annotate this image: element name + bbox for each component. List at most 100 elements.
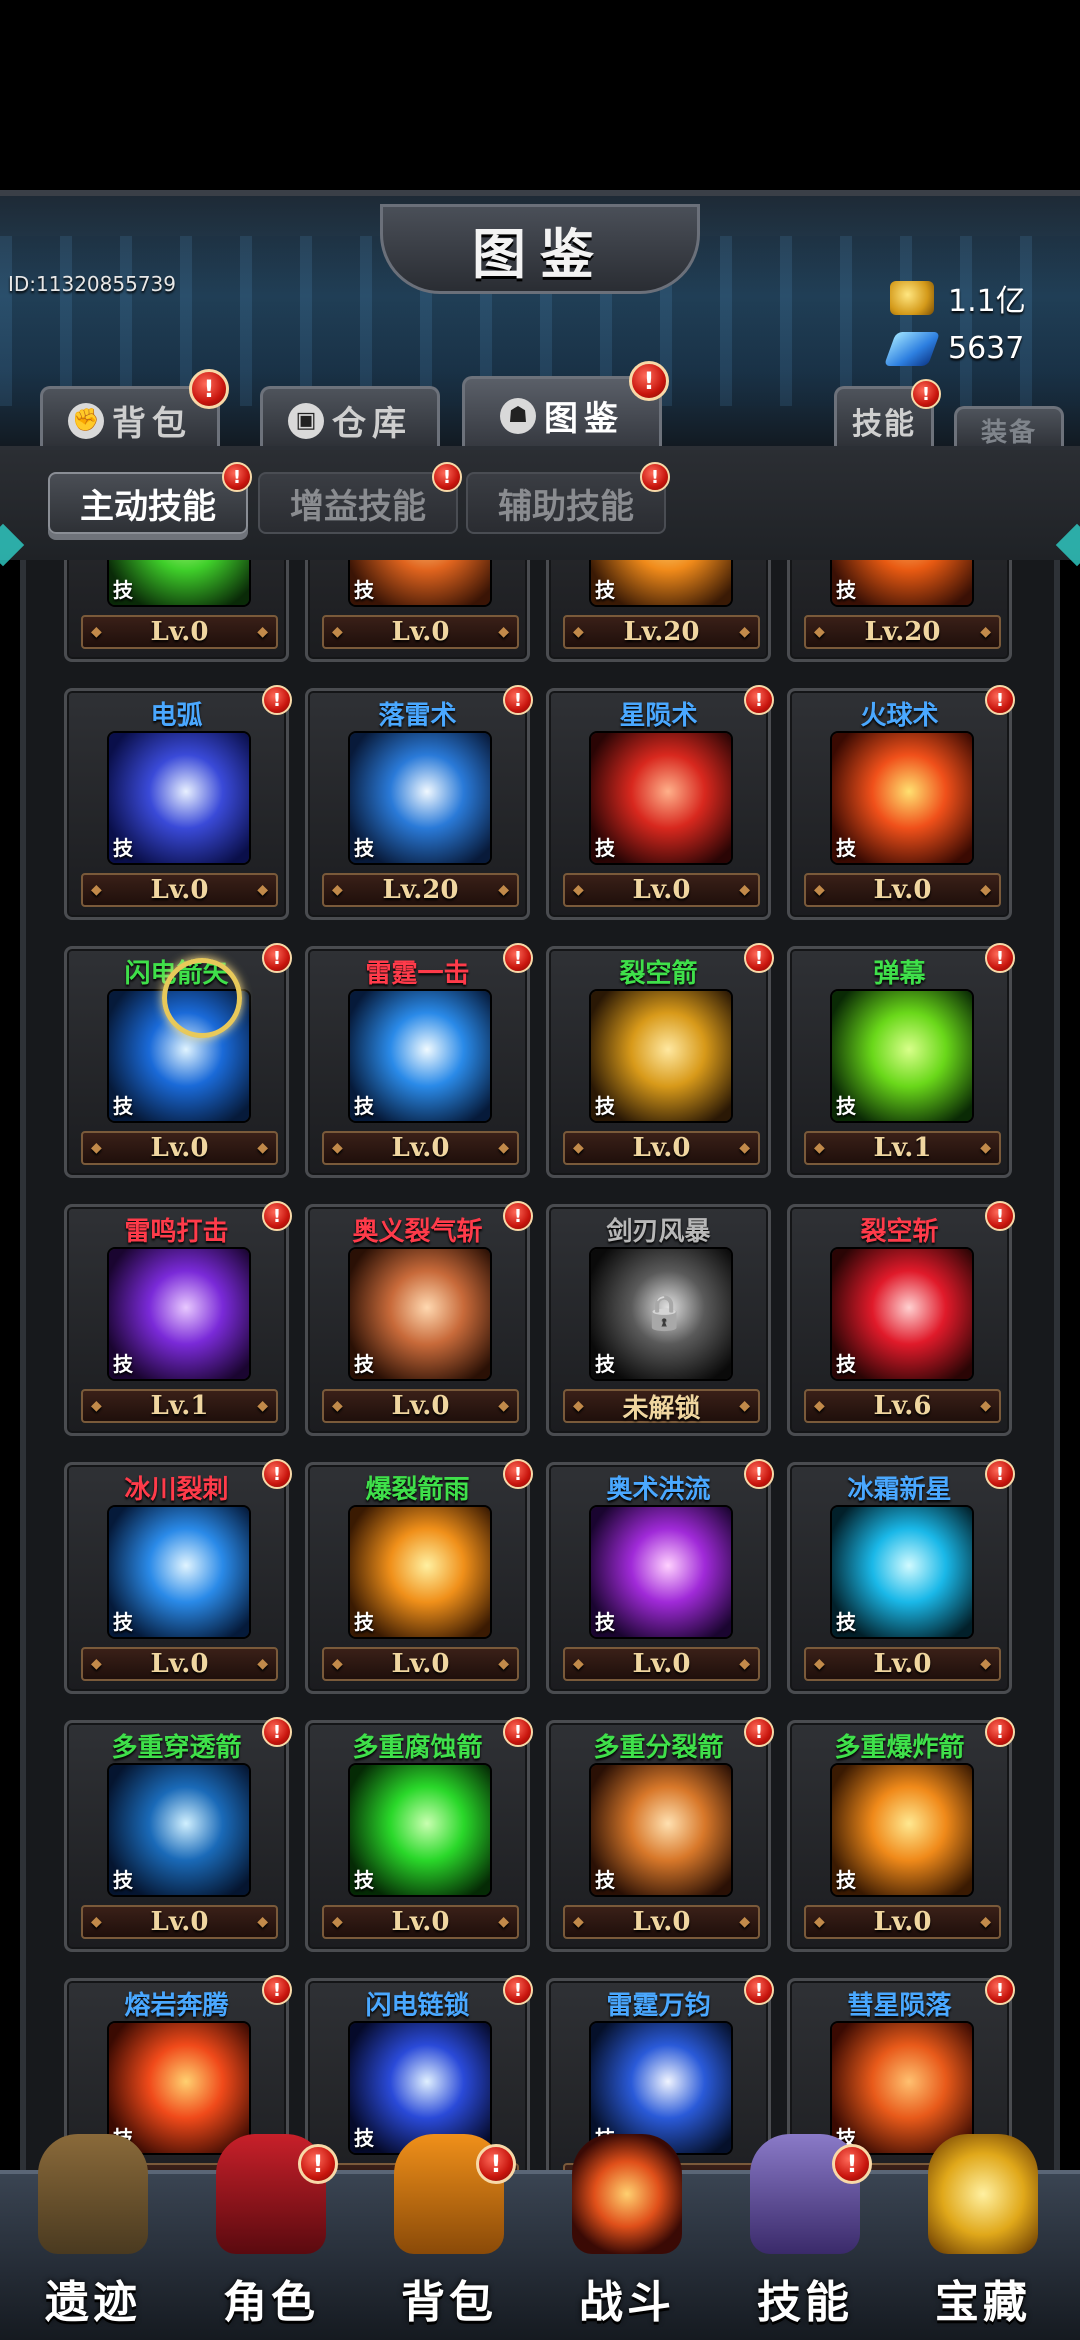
alert-badge-icon: !: [985, 1717, 1015, 1747]
skill-card[interactable]: 多重分裂箭技 Lv.0!: [546, 1717, 774, 1952]
tab-active-skills-badge: !: [222, 462, 252, 492]
tab-buff-skills-label: 增益技能: [290, 486, 426, 527]
alert-badge-icon: !: [985, 943, 1015, 973]
skill-card[interactable]: 奥义裂气斩技 Lv.0!: [305, 1201, 533, 1436]
skill-card[interactable]: 爆裂箭雨技 Lv.0!: [305, 1459, 533, 1694]
skill-card[interactable]: 多重穿透箭技 Lv.0!: [64, 1717, 292, 1952]
skill-card[interactable]: 技 Lv.0: [305, 560, 530, 662]
skill-tag: 技: [595, 1352, 615, 1376]
skill-name: 熔岩奔腾: [124, 1991, 229, 2021]
skill-tag: 技: [595, 1868, 615, 1892]
skill-card[interactable]: 技 Lv.0: [64, 560, 289, 662]
skill-card[interactable]: 技 Lv.20: [546, 560, 771, 662]
nav-label: 遗迹: [45, 2277, 141, 2328]
skill-name: 弹幕: [873, 959, 926, 989]
skill-tag: 技: [354, 1094, 374, 1118]
nav-item[interactable]: 宝藏: [898, 2134, 1068, 2340]
tab-codex[interactable]: ☗ 图鉴 !: [462, 361, 669, 446]
skill-level: Lv.20: [322, 873, 519, 907]
tab-skills[interactable]: 技能 !: [834, 379, 941, 446]
tab-buff-skills[interactable]: 增益技能 !: [258, 462, 462, 534]
skill-card[interactable]: 星陨术技 Lv.0!: [546, 685, 774, 920]
skill-card[interactable]: 多重爆炸箭技 Lv.0!: [787, 1717, 1015, 1952]
nav-item[interactable]: 背包!: [364, 2134, 534, 2340]
skill-card[interactable]: 剑刃风暴技🔒未解锁: [546, 1204, 771, 1436]
skill-tag: 技: [595, 836, 615, 860]
alert-badge-icon: !: [744, 1459, 774, 1489]
treasure-gold-icon: [928, 2134, 1038, 2254]
skill-art-icon: 技 🔒: [591, 1249, 731, 1379]
user-id: ID:11320855739: [8, 272, 177, 296]
fire-portal-icon: [572, 2134, 682, 2254]
skill-card[interactable]: 多重腐蚀箭技 Lv.0!: [305, 1717, 533, 1952]
skill-card[interactable]: 雷霆一击技 Lv.0!: [305, 943, 533, 1178]
alert-badge-icon: !: [503, 1201, 533, 1231]
skill-art-icon: 技: [350, 1507, 490, 1637]
tab-active-skills-label: 主动技能: [80, 486, 216, 527]
skill-level: Lv.0: [322, 615, 519, 649]
skill-card[interactable]: 裂空斩技 Lv.6!: [787, 1201, 1015, 1436]
nav-item[interactable]: 技能!: [720, 2134, 890, 2340]
skill-card[interactable]: 落雷术技 Lv.20!: [305, 685, 533, 920]
alert-badge-icon: !: [744, 1975, 774, 2005]
nav-item[interactable]: 战斗: [542, 2134, 712, 2340]
skill-art-icon: 技: [832, 1507, 972, 1637]
skill-card[interactable]: 雷鸣打击技 Lv.1!: [64, 1201, 292, 1436]
skill-card[interactable]: 冰川裂刺技 Lv.0!: [64, 1459, 292, 1694]
skill-card[interactable]: 技 Lv.20: [787, 560, 1012, 662]
skill-card[interactable]: 电弧技 Lv.0!: [64, 685, 292, 920]
skill-name: 爆裂箭雨: [365, 1475, 470, 1505]
tab-bag[interactable]: ✊ 背包 !: [40, 369, 229, 446]
nav-item[interactable]: 遗迹: [8, 2134, 178, 2340]
skill-card[interactable]: 火球术技 Lv.0!: [787, 685, 1015, 920]
tab-warehouse[interactable]: ▣ 仓库: [260, 386, 440, 446]
tab-active-skills[interactable]: 主动技能 !: [48, 462, 252, 534]
skill-art-icon: 技: [350, 991, 490, 1121]
skill-tag: 技: [113, 836, 133, 860]
skill-name: 裂空箭: [619, 959, 698, 989]
skill-card[interactable]: 奥术洪流技 Lv.0!: [546, 1459, 774, 1694]
skill-level: Lv.0: [322, 1905, 519, 1939]
skill-art-icon: 技: [591, 733, 731, 863]
lock-icon: 🔒: [643, 1293, 686, 1333]
skill-grid-panel[interactable]: 技Lv.0技Lv.0技Lv.20技Lv.20电弧技Lv.0!落雷术技Lv.20!…: [20, 560, 1060, 2170]
page-title: 图鉴: [472, 222, 608, 286]
skill-name: 多重腐蚀箭: [352, 1733, 483, 1763]
skill-art-icon: 技: [832, 991, 972, 1121]
skill-level: Lv.1: [804, 1131, 1001, 1165]
skill-tag: 技: [354, 1352, 374, 1376]
tab-support-skills-label: 辅助技能: [498, 486, 634, 527]
skill-level: Lv.0: [322, 1389, 519, 1423]
alert-badge-icon: !: [476, 2144, 516, 2184]
tab-equipment-label: 装备: [980, 418, 1037, 448]
skill-level: 未解锁: [563, 1389, 760, 1424]
skill-card[interactable]: 弹幕技 Lv.1!: [787, 943, 1015, 1178]
skill-name: 奥义裂气斩: [352, 1217, 483, 1247]
tab-equipment[interactable]: 装备: [954, 406, 1064, 448]
gold-coins-icon: [890, 281, 934, 315]
tab-skills-label: 技能: [852, 406, 916, 442]
skill-tag: 技: [354, 2126, 374, 2150]
alert-badge-icon: !: [262, 1459, 292, 1489]
gold-amount: 1.1亿: [948, 284, 1026, 319]
skill-name: 闪电链锁: [365, 1991, 470, 2021]
alert-badge-icon: !: [503, 943, 533, 973]
alert-badge-icon: !: [503, 1717, 533, 1747]
skill-card[interactable]: 冰霜新星技 Lv.0!: [787, 1459, 1015, 1694]
skill-card[interactable]: 裂空箭技 Lv.0!: [546, 943, 774, 1178]
skill-tag: 技: [836, 1610, 856, 1634]
tab-bag-badge: !: [189, 369, 229, 409]
skill-tag: 技: [354, 836, 374, 860]
tab-codex-badge: !: [629, 361, 669, 401]
alert-badge-icon: !: [262, 1975, 292, 2005]
nav-item[interactable]: 角色!: [186, 2134, 356, 2340]
tab-support-skills[interactable]: 辅助技能 !: [466, 462, 670, 534]
skill-tag: 技: [595, 578, 615, 602]
chest-icon: ▣: [288, 402, 324, 439]
alert-badge-icon: !: [298, 2144, 338, 2184]
skill-level: Lv.0: [563, 1905, 760, 1939]
status-bar-area: [0, 0, 1080, 190]
title-plate: 图鉴: [380, 204, 700, 294]
gold-resource: 1.1亿: [890, 276, 1026, 320]
skill-level: Lv.0: [563, 1647, 760, 1681]
